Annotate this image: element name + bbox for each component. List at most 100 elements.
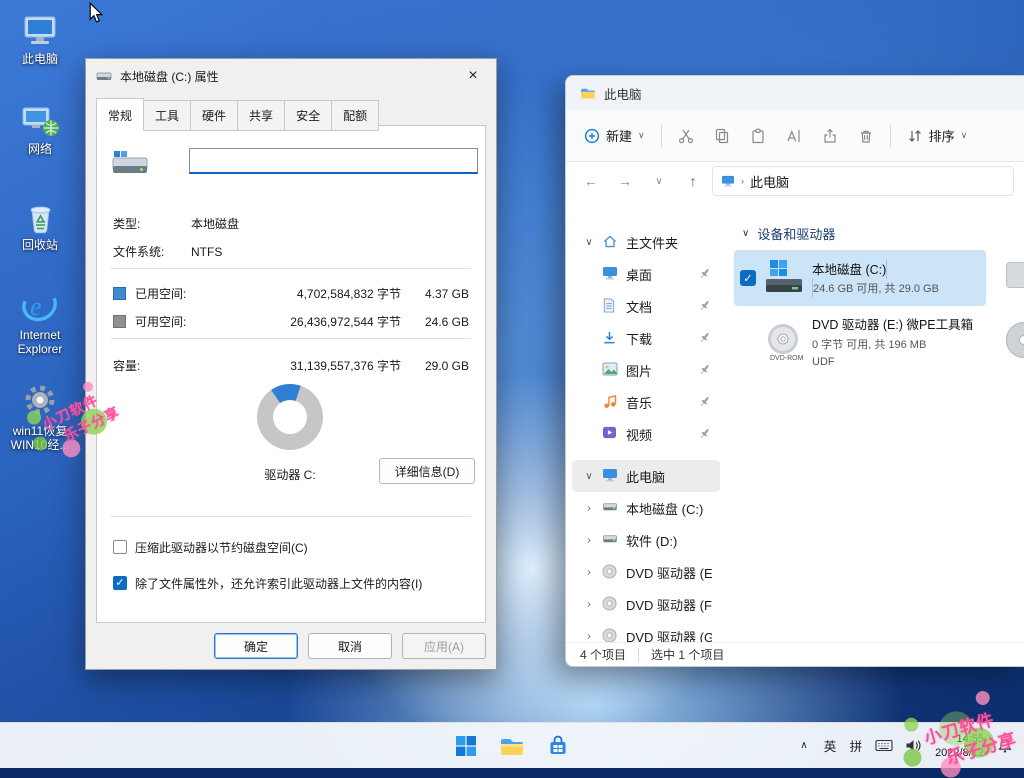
drive-tile-c[interactable]: ✓ 本地磁盘 (C:) 24.6 GB 可用, 共 29.0 GB [734,250,986,306]
drive-info: 0 字节 可用, 共 196 MB [812,336,980,352]
chevron-down-icon[interactable]: ∨ [582,237,596,248]
rename-button[interactable] [776,119,812,153]
this-pc-small-icon [602,468,620,484]
divider [638,648,639,662]
desktop-icon-win11-restore[interactable]: win11恢复WIN10经... [4,382,76,452]
separator [111,516,471,517]
sort-button[interactable]: 排序 ∨ [897,119,978,153]
forward-button[interactable]: → [610,166,640,196]
drive-name: DVD 驱动器 (E:) 微PE工具箱 [812,318,973,332]
cut-button[interactable] [668,119,704,153]
sidebar-item-downloads[interactable]: 下载 [572,322,720,354]
touch-keyboard-icon[interactable] [870,728,898,764]
tab-general[interactable]: 常规 [96,98,144,131]
dialog-buttons: 确定 取消 应用(A) [214,633,486,659]
chevron-right-icon[interactable]: › [582,503,596,514]
address-bar[interactable]: › 此电脑 [712,166,1014,196]
ime-mode-indicator[interactable]: 拼 [844,728,868,764]
hidden-icons-chevron-icon[interactable]: ∧ [792,728,816,764]
delete-button[interactable] [848,119,884,153]
sidebar-item-dvd-e[interactable]: › DVD 驱动器 (E [572,556,720,588]
plus-icon [584,128,600,144]
explorer-titlebar[interactable]: 此电脑 [566,76,1024,110]
taskbar-file-explorer[interactable] [492,726,532,766]
details-button[interactable]: 详细信息(D) [379,458,475,484]
tab-hardware[interactable]: 硬件 [191,100,238,131]
notification-bell-icon[interactable] [992,728,1018,764]
volume-icon[interactable] [900,728,927,764]
index-checkbox-row[interactable]: ✓ 除了文件属性外，还允许索引此驱动器上文件的内容(I) [113,574,475,592]
drive-tile-clipped[interactable] [1002,314,1024,370]
ime-language-indicator[interactable]: 英 [818,728,842,764]
sidebar-item-local-disk-c[interactable]: › 本地磁盘 (C:) [572,492,720,524]
sidebar-item-videos[interactable]: 视频 [572,418,720,450]
drive-info: 24.6 GB 可用, 共 29.0 GB [813,283,939,295]
recent-locations-button[interactable]: ∨ [644,166,674,196]
copy-button[interactable] [704,119,740,153]
free-label: 可用空间: [135,312,186,332]
sidebar-item-desktop[interactable]: 桌面 [572,258,720,290]
selected-count: 选中 1 个项目 [651,646,724,663]
home-icon [602,234,620,250]
disc-small-icon [602,628,620,642]
taskbar-store[interactable] [538,726,578,766]
selection-checkbox[interactable]: ✓ [740,270,756,286]
back-button[interactable]: ← [576,166,606,196]
chevron-right-icon[interactable]: › [582,535,596,546]
separator [111,268,471,269]
sidebar-item-music[interactable]: 音乐 [572,386,720,418]
type-value: 本地磁盘 [191,214,239,234]
internet-explorer-icon: e [19,286,61,326]
tab-tools[interactable]: 工具 [144,100,191,131]
command-bar: 新建 ∨ 排序 ∨ [566,110,1024,162]
sidebar-item-drive-d[interactable]: › 软件 (D:) [572,524,720,556]
pin-icon [698,363,712,377]
desktop-icon-recycle-bin[interactable]: 回收站 [4,196,76,252]
start-button[interactable] [446,726,486,766]
chevron-right-icon[interactable]: › [582,631,596,642]
drive-tile-clipped[interactable] [1002,250,1024,306]
sidebar-item-dvd-g[interactable]: › DVD 驱动器 (G: [572,620,720,642]
disc-icon-clipped [1006,322,1024,358]
close-icon[interactable]: × [450,59,496,93]
chevron-right-icon[interactable]: › [582,599,596,610]
tab-sharing[interactable]: 共享 [238,100,285,131]
recycle-bin-icon [19,196,61,236]
capacity-row: 容量: 31,139,557,376 字节 29.0 GB [113,356,469,376]
tab-quota[interactable]: 配额 [332,100,379,131]
drive-tile-dvd-e[interactable]: DVD-ROM DVD 驱动器 (E:) 微PE工具箱 0 字节 可用, 共 1… [734,314,986,370]
desktop-icon-this-pc[interactable]: 此电脑 [4,10,76,66]
free-space-row: 可用空间: 26,436,972,544 字节 24.6 GB [113,312,469,332]
usage-donut [257,384,323,450]
taskbar-clock[interactable]: 14:55 2022/8/12 [929,732,990,760]
ok-button[interactable]: 确定 [214,633,298,659]
desktop-icon-network[interactable]: 网络 [4,100,76,156]
pictures-icon [602,362,620,378]
index-checkbox[interactable]: ✓ [113,576,127,590]
breadcrumb-this-pc[interactable]: 此电脑 [750,172,789,191]
new-button[interactable]: 新建 ∨ [574,119,655,153]
chevron-down-icon[interactable]: ∨ [582,471,596,482]
music-icon [602,394,620,410]
volume-label-input[interactable] [189,148,478,174]
sidebar-item-pictures[interactable]: 图片 [572,354,720,386]
up-button[interactable]: ↑ [678,166,708,196]
cancel-button[interactable]: 取消 [308,633,392,659]
sidebar-item-dvd-f[interactable]: › DVD 驱动器 (F [572,588,720,620]
share-button[interactable] [812,119,848,153]
sidebar-item-home[interactable]: ∨ 主文件夹 [572,226,720,258]
sidebar-item-this-pc[interactable]: ∨ 此电脑 [572,460,720,492]
dialog-titlebar[interactable]: 本地磁盘 (C:) 属性 × [86,59,496,93]
sidebar-item-documents[interactable]: 文档 [572,290,720,322]
drive-caption: 驱动器 C: [217,466,363,483]
chevron-right-icon[interactable]: › [582,567,596,578]
desktop-icon-internet-explorer[interactable]: e Internet Explorer [4,286,76,356]
tab-security[interactable]: 安全 [285,100,332,131]
compress-checkbox-row[interactable]: 压缩此驱动器以节约磁盘空间(C) [113,538,475,556]
chevron-down-icon: ∨ [742,228,749,239]
section-header-devices[interactable]: ∨ 设备和驱动器 [742,224,1024,243]
paste-button[interactable] [740,119,776,153]
compress-checkbox[interactable] [113,540,127,554]
explorer-window: 此电脑 新建 ∨ 排序 ∨ ← → ∨ ↑ › 此电脑 [565,75,1024,667]
chevron-down-icon: ∨ [961,130,968,141]
